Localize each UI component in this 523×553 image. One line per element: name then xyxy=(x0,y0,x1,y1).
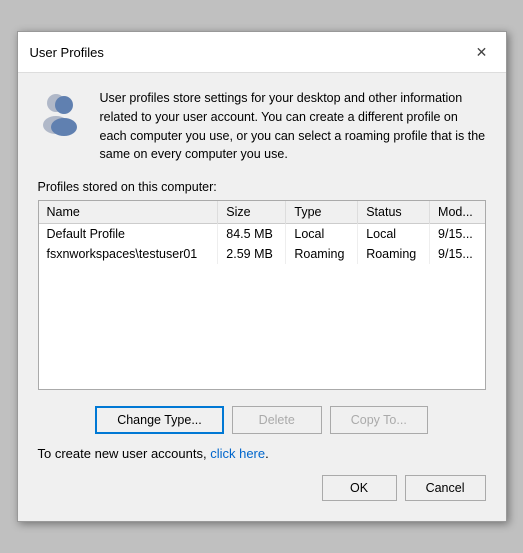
user-profiles-dialog: User Profiles ✕ User profiles store sett… xyxy=(17,31,507,522)
col-type: Type xyxy=(286,201,358,224)
close-button[interactable]: ✕ xyxy=(470,40,494,64)
change-type-button[interactable]: Change Type... xyxy=(95,406,224,434)
description-text: User profiles store settings for your de… xyxy=(100,89,486,164)
cell-size: 2.59 MB xyxy=(218,244,286,264)
dialog-content: User profiles store settings for your de… xyxy=(18,73,506,521)
cell-type: Roaming xyxy=(286,244,358,264)
profiles-table-container[interactable]: Name Size Type Status Mod... Default Pro… xyxy=(38,200,486,390)
cancel-button[interactable]: Cancel xyxy=(405,475,486,501)
cell-name: fsxnworkspaces\testuser01 xyxy=(39,244,218,264)
cell-mod: 9/15... xyxy=(430,244,485,264)
profiles-table: Name Size Type Status Mod... Default Pro… xyxy=(39,201,485,264)
footer-link-row: To create new user accounts, click here. xyxy=(38,446,486,461)
delete-button[interactable]: Delete xyxy=(232,406,322,434)
ok-button[interactable]: OK xyxy=(322,475,397,501)
cell-type: Local xyxy=(286,224,358,245)
action-buttons-row: Change Type... Delete Copy To... xyxy=(38,406,486,434)
copy-to-button[interactable]: Copy To... xyxy=(330,406,428,434)
section-label: Profiles stored on this computer: xyxy=(38,180,486,194)
create-accounts-link[interactable]: click here xyxy=(210,446,265,461)
cell-name: Default Profile xyxy=(39,224,218,245)
col-size: Size xyxy=(218,201,286,224)
dialog-title: User Profiles xyxy=(30,45,104,60)
table-row[interactable]: fsxnworkspaces\testuser01 2.59 MB Roamin… xyxy=(39,244,485,264)
user-icon xyxy=(38,89,86,137)
cell-status: Local xyxy=(358,224,430,245)
header-section: User profiles store settings for your de… xyxy=(38,89,486,164)
footer-text-after: . xyxy=(265,446,269,461)
cell-mod: 9/15... xyxy=(430,224,485,245)
table-header-row: Name Size Type Status Mod... xyxy=(39,201,485,224)
title-bar: User Profiles ✕ xyxy=(18,32,506,73)
col-name: Name xyxy=(39,201,218,224)
col-mod: Mod... xyxy=(430,201,485,224)
col-status: Status xyxy=(358,201,430,224)
cell-size: 84.5 MB xyxy=(218,224,286,245)
ok-cancel-row: OK Cancel xyxy=(38,475,486,505)
cell-status: Roaming xyxy=(358,244,430,264)
table-row[interactable]: Default Profile 84.5 MB Local Local 9/15… xyxy=(39,224,485,245)
footer-text-before: To create new user accounts, xyxy=(38,446,211,461)
